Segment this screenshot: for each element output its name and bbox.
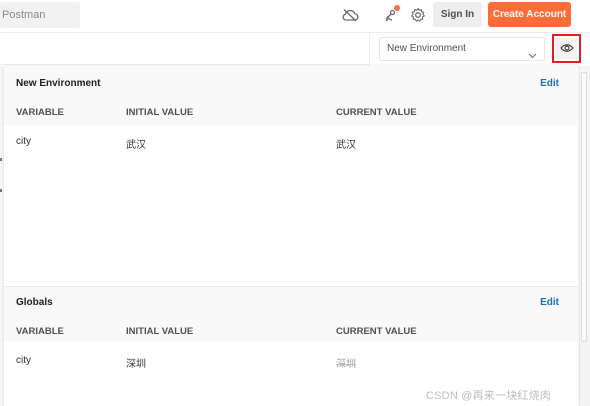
- watermark: CSDN @再来一块红烧肉: [426, 390, 551, 402]
- column-header-initial-value: INITIAL VALUE: [126, 326, 194, 337]
- environment-edit-link[interactable]: Edit: [540, 78, 559, 89]
- column-header-initial-value: INITIAL VALUE: [126, 107, 194, 118]
- environment-table-body: city 武汉 武汉: [4, 126, 578, 286]
- globals-row-current-value: 深圳: [336, 359, 356, 370]
- column-header-variable: VARIABLE: [16, 326, 64, 337]
- scrollbar[interactable]: [581, 72, 587, 342]
- env-row-initial-value: 武汉: [126, 140, 146, 151]
- request-tab-area: [0, 33, 370, 65]
- background-marker: [0, 189, 2, 192]
- column-header-variable: VARIABLE: [16, 107, 64, 118]
- top-bar: Postman Sign In Create Account: [0, 0, 590, 32]
- globals-title: Globals: [16, 297, 53, 308]
- environment-selector-value: New Environment: [387, 43, 466, 54]
- environment-section: New Environment Edit VARIABLE INITIAL VA…: [4, 66, 578, 286]
- sign-in-button[interactable]: Sign In: [433, 2, 482, 27]
- column-header-current-value: CURRENT VALUE: [336, 326, 417, 337]
- cloud-offline-icon[interactable]: [338, 4, 362, 26]
- env-row-current-value: 武汉: [336, 140, 356, 151]
- globals-edit-link[interactable]: Edit: [540, 297, 559, 308]
- background-marker: [0, 158, 2, 161]
- eye-icon: [559, 40, 574, 58]
- environment-selector[interactable]: New Environment: [379, 37, 545, 61]
- env-row-variable: city: [16, 136, 31, 147]
- gear-icon[interactable]: [406, 4, 430, 26]
- notification-dot: [394, 5, 400, 11]
- environment-title: New Environment: [16, 78, 101, 89]
- environment-quick-look-button[interactable]: [552, 34, 581, 63]
- globals-row-variable: city: [16, 355, 31, 366]
- create-account-button[interactable]: Create Account: [488, 2, 571, 27]
- column-header-current-value: CURRENT VALUE: [336, 107, 417, 118]
- environment-quick-look-panel: New Environment Edit VARIABLE INITIAL VA…: [4, 66, 578, 406]
- globals-row-initial-value: 深圳: [126, 359, 146, 370]
- search-input[interactable]: Postman: [0, 2, 80, 28]
- chevron-down-icon: [528, 46, 537, 68]
